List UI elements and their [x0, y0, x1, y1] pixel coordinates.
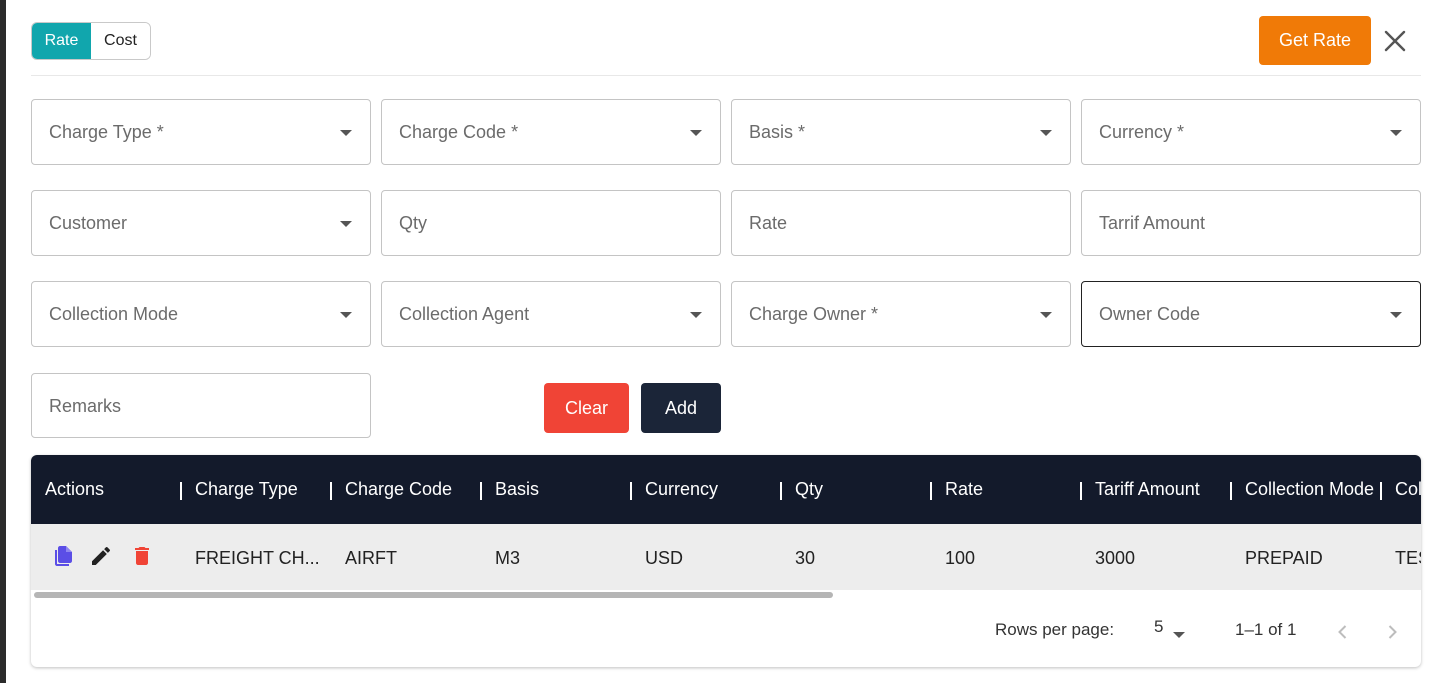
- column-separator[interactable]: [630, 482, 632, 500]
- column-header-rate[interactable]: Rate: [945, 479, 983, 500]
- column-separator[interactable]: [1080, 482, 1082, 500]
- edit-pencil-icon[interactable]: [89, 544, 113, 568]
- currency-placeholder: Currency *: [1099, 122, 1185, 142]
- remarks-input[interactable]: Remarks: [31, 373, 371, 438]
- clear-button[interactable]: Clear: [544, 383, 629, 433]
- delete-trash-icon[interactable]: [130, 544, 154, 568]
- table-header: Actions Charge Type Charge Code Basis Cu…: [31, 455, 1421, 524]
- cell-col: TES: [1395, 548, 1421, 568]
- cell-currency: USD: [645, 548, 684, 568]
- cell-basis: M3: [495, 548, 521, 568]
- table-row: FREIGHT CH... AIRFT M3 USD 30 100 3000 P…: [31, 524, 1421, 590]
- cell-charge-code: AIRFT: [345, 548, 397, 568]
- charge-code-placeholder: Charge Code *: [399, 122, 519, 142]
- add-button[interactable]: Add: [641, 383, 721, 433]
- basis-select[interactable]: Basis *: [731, 99, 1071, 165]
- cell-tariff-amount: 3000: [1095, 548, 1136, 568]
- dropdown-caret-icon: [1040, 312, 1052, 318]
- owner-code-placeholder: Owner Code: [1099, 304, 1201, 324]
- column-header-tariff-amount[interactable]: Tariff Amount: [1095, 479, 1200, 500]
- column-header-basis[interactable]: Basis: [495, 479, 539, 500]
- charge-owner-select[interactable]: Charge Owner *: [731, 281, 1071, 347]
- qty-placeholder: Qty: [399, 213, 428, 233]
- column-header-col[interactable]: Col: [1395, 479, 1421, 500]
- rate-placeholder: Rate: [749, 213, 788, 233]
- column-separator[interactable]: [1230, 482, 1232, 500]
- divider: [31, 75, 1421, 76]
- rows-per-page-label: Rows per page:: [995, 620, 1115, 639]
- cost-toggle-button[interactable]: Cost: [91, 23, 150, 59]
- horizontal-scrollbar[interactable]: [34, 592, 833, 598]
- customer-placeholder: Customer: [49, 213, 128, 233]
- dropdown-caret-icon: [340, 130, 352, 136]
- column-header-charge-type[interactable]: Charge Type: [195, 479, 298, 500]
- rows-per-page-select[interactable]: 5: [1154, 617, 1163, 637]
- column-separator[interactable]: [1380, 482, 1382, 500]
- pagination-range: 1–1 of 1: [1235, 620, 1297, 639]
- charge-code-select[interactable]: Charge Code *: [381, 99, 721, 165]
- column-header-qty[interactable]: Qty: [795, 479, 823, 500]
- close-icon[interactable]: [1382, 28, 1408, 54]
- get-rate-button[interactable]: Get Rate: [1259, 16, 1371, 65]
- charge-type-select[interactable]: Charge Type *: [31, 99, 371, 165]
- dropdown-caret-icon: [690, 312, 702, 318]
- dropdown-caret-icon: [1390, 312, 1402, 318]
- tarrif-amount-input[interactable]: Tarrif Amount: [1081, 190, 1421, 256]
- cell-collection-mode: PREPAID: [1245, 548, 1323, 568]
- column-header-actions: Actions: [45, 479, 105, 499]
- column-separator[interactable]: [330, 482, 332, 500]
- rate-cost-toggle: Rate Cost: [31, 22, 151, 60]
- collection-agent-placeholder: Collection Agent: [399, 304, 530, 324]
- collection-mode-select[interactable]: Collection Mode: [31, 281, 371, 347]
- rate-input[interactable]: Rate: [731, 190, 1071, 256]
- currency-select[interactable]: Currency *: [1081, 99, 1421, 165]
- collection-agent-select[interactable]: Collection Agent: [381, 281, 721, 347]
- rows-per-page-caret-icon[interactable]: [1173, 632, 1185, 638]
- tarrif-amount-placeholder: Tarrif Amount: [1099, 213, 1206, 233]
- charge-owner-placeholder: Charge Owner *: [749, 304, 879, 324]
- charges-table: Actions Charge Type Charge Code Basis Cu…: [31, 455, 1421, 667]
- next-page-icon[interactable]: [1382, 622, 1402, 642]
- customer-select[interactable]: Customer: [31, 190, 371, 256]
- column-header-collection-mode[interactable]: Collection Mode: [1245, 479, 1380, 500]
- dropdown-caret-icon: [340, 221, 352, 227]
- charge-type-placeholder: Charge Type *: [49, 122, 164, 142]
- qty-input[interactable]: Qty: [381, 190, 721, 256]
- collection-mode-placeholder: Collection Mode: [49, 304, 179, 324]
- cell-qty: 30: [795, 548, 816, 568]
- dropdown-caret-icon: [340, 312, 352, 318]
- rate-toggle-button[interactable]: Rate: [32, 23, 91, 59]
- cell-rate: 100: [945, 548, 976, 568]
- previous-page-icon[interactable]: [1333, 622, 1353, 642]
- cell-charge-type: FREIGHT CH...: [195, 548, 320, 568]
- column-header-currency[interactable]: Currency: [645, 479, 718, 500]
- basis-placeholder: Basis *: [749, 122, 806, 142]
- dropdown-caret-icon: [690, 130, 702, 136]
- column-separator[interactable]: [180, 482, 182, 500]
- column-separator[interactable]: [930, 482, 932, 500]
- column-separator[interactable]: [780, 482, 782, 500]
- remarks-placeholder: Remarks: [49, 396, 122, 416]
- column-separator[interactable]: [480, 482, 482, 500]
- owner-code-select[interactable]: Owner Code: [1081, 281, 1421, 347]
- dropdown-caret-icon: [1390, 130, 1402, 136]
- rate-dialog: Rate Cost Get Rate Charge Type * Charge …: [6, 0, 1430, 683]
- dropdown-caret-icon: [1040, 130, 1052, 136]
- copy-icon[interactable]: [51, 544, 75, 568]
- column-header-charge-code[interactable]: Charge Code: [345, 479, 452, 500]
